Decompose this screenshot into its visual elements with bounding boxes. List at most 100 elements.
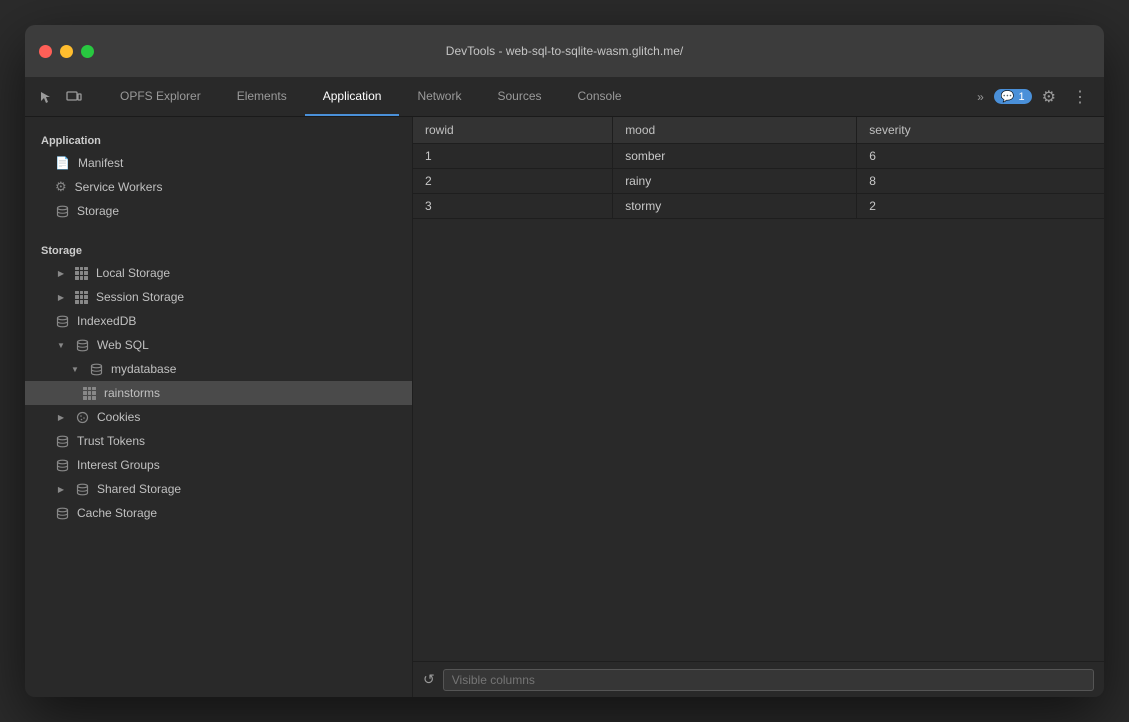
sidebar-item-interest-groups[interactable]: Interest Groups [25, 453, 412, 477]
sidebar-item-label: Web SQL [97, 338, 149, 352]
table-body: 1somber62rainy83stormy2 [413, 144, 1104, 219]
sidebar-item-service-workers[interactable]: ⚙ Service Workers [25, 175, 412, 199]
title-bar: DevTools - web-sql-to-sqlite-wasm.glitch… [25, 25, 1104, 77]
device-icon[interactable] [63, 86, 85, 108]
sidebar-item-indexeddb[interactable]: IndexedDB [25, 309, 412, 333]
grid-icon [83, 387, 96, 400]
sidebar-item-label: Session Storage [96, 290, 184, 304]
tab-opfs[interactable]: OPFS Explorer [102, 77, 219, 116]
cell-rowid: 1 [413, 144, 613, 169]
cookie-icon [75, 410, 89, 424]
table-header: rowid mood severity [413, 117, 1104, 144]
col-mood: mood [613, 117, 857, 144]
gear-icon: ⚙ [55, 179, 67, 195]
sidebar-item-label: rainstorms [104, 386, 160, 400]
menu-icon[interactable]: ⋮ [1066, 87, 1094, 107]
db-icon [89, 362, 103, 376]
sidebar-item-cookies[interactable]: Cookies [25, 405, 412, 429]
visible-columns-input[interactable] [443, 669, 1094, 691]
traffic-lights [39, 45, 94, 58]
tab-right-controls: » 💬 1 ⚙ ⋮ [961, 77, 1104, 116]
sidebar-item-label: Interest Groups [77, 458, 160, 472]
badge-count: 1 [1019, 91, 1025, 103]
db-icon [55, 458, 69, 472]
grid-icon [75, 267, 88, 280]
db-icon [55, 314, 69, 328]
table-row[interactable]: 1somber6 [413, 144, 1104, 169]
db-icon [55, 204, 69, 218]
tab-sources[interactable]: Sources [479, 77, 559, 116]
results-table: rowid mood severity 1somber62rainy83stor… [413, 117, 1104, 219]
close-button[interactable] [39, 45, 52, 58]
cell-severity: 8 [857, 169, 1104, 194]
sidebar-item-label: mydatabase [111, 362, 176, 376]
tab-console[interactable]: Console [560, 77, 640, 116]
arrow-right-icon [55, 267, 67, 279]
sidebar-item-label: Cache Storage [77, 506, 157, 520]
sidebar-item-local-storage[interactable]: Local Storage [25, 261, 412, 285]
cell-mood: rainy [613, 169, 857, 194]
refresh-button[interactable]: ↺ [423, 671, 435, 688]
sidebar-item-label: Cookies [97, 410, 140, 424]
sidebar-item-storage[interactable]: Storage [25, 199, 412, 223]
data-table: rowid mood severity 1somber62rainy83stor… [413, 117, 1104, 661]
sidebar-item-web-sql[interactable]: Web SQL [25, 333, 412, 357]
tabs-container: OPFS Explorer Elements Application Netwo… [102, 77, 961, 116]
tab-network[interactable]: Network [399, 77, 479, 116]
db-icon [75, 482, 89, 496]
tab-bar: OPFS Explorer Elements Application Netwo… [25, 77, 1104, 117]
sidebar-item-label: Local Storage [96, 266, 170, 280]
maximize-button[interactable] [81, 45, 94, 58]
cursor-icon[interactable] [35, 86, 57, 108]
cell-rowid: 2 [413, 169, 613, 194]
minimize-button[interactable] [60, 45, 73, 58]
col-severity: severity [857, 117, 1104, 144]
tab-elements[interactable]: Elements [219, 77, 305, 116]
more-tabs-button[interactable]: » [971, 88, 990, 106]
arrow-down-icon [69, 363, 81, 375]
arrow-down-icon [55, 339, 67, 351]
sidebar-item-label: Manifest [78, 156, 123, 170]
bottom-bar: ↺ [413, 661, 1104, 697]
sidebar-item-label: IndexedDB [77, 314, 136, 328]
tab-bar-icons [25, 77, 102, 116]
sidebar-item-trust-tokens[interactable]: Trust Tokens [25, 429, 412, 453]
notification-badge[interactable]: 💬 1 [994, 89, 1032, 104]
cell-rowid: 3 [413, 194, 613, 219]
settings-icon[interactable]: ⚙ [1036, 87, 1062, 107]
badge-icon: 💬 [1001, 90, 1015, 103]
db-icon [55, 434, 69, 448]
arrow-right-icon [55, 291, 67, 303]
grid-icon [75, 291, 88, 304]
sidebar-section-application: Application [25, 129, 412, 151]
arrow-right-icon [55, 483, 67, 495]
sidebar-item-session-storage[interactable]: Session Storage [25, 285, 412, 309]
sidebar-item-mydatabase[interactable]: mydatabase [25, 357, 412, 381]
devtools-window: DevTools - web-sql-to-sqlite-wasm.glitch… [25, 25, 1104, 697]
db-icon [75, 338, 89, 352]
col-rowid: rowid [413, 117, 613, 144]
cell-severity: 2 [857, 194, 1104, 219]
sidebar: Application 📄 Manifest ⚙ Service Workers [25, 117, 413, 697]
arrow-right-icon [55, 411, 67, 423]
cell-mood: stormy [613, 194, 857, 219]
sidebar-item-cache-storage[interactable]: Cache Storage [25, 501, 412, 525]
sidebar-item-rainstorms[interactable]: rainstorms [25, 381, 412, 405]
db-icon [55, 506, 69, 520]
sidebar-item-label: Service Workers [75, 180, 163, 194]
tab-application[interactable]: Application [305, 77, 400, 116]
table-row[interactable]: 3stormy2 [413, 194, 1104, 219]
cell-severity: 6 [857, 144, 1104, 169]
right-panel: rowid mood severity 1somber62rainy83stor… [413, 117, 1104, 697]
window-title: DevTools - web-sql-to-sqlite-wasm.glitch… [446, 44, 683, 58]
sidebar-item-label: Shared Storage [97, 482, 181, 496]
sidebar-item-manifest[interactable]: 📄 Manifest [25, 151, 412, 175]
cell-mood: somber [613, 144, 857, 169]
sidebar-section-storage: Storage [25, 239, 412, 261]
sidebar-item-shared-storage[interactable]: Shared Storage [25, 477, 412, 501]
sidebar-item-label: Storage [77, 204, 119, 218]
doc-icon: 📄 [55, 156, 70, 170]
main-content: Application 📄 Manifest ⚙ Service Workers [25, 117, 1104, 697]
table-row[interactable]: 2rainy8 [413, 169, 1104, 194]
sidebar-item-label: Trust Tokens [77, 434, 145, 448]
